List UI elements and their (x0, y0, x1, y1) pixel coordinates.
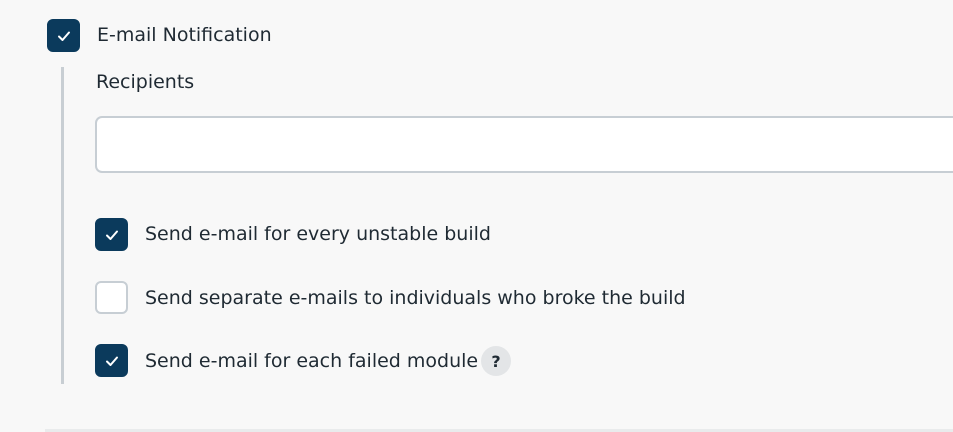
checkmark-icon (105, 230, 118, 240)
recipients-input[interactable] (95, 116, 953, 173)
email-notification-checkbox[interactable] (47, 19, 80, 52)
unstable-build-label: Send e-mail for every unstable build (145, 223, 491, 245)
section-indent-bar (61, 67, 64, 384)
failed-module-checkbox[interactable] (95, 344, 128, 377)
individual-emails-checkbox[interactable] (95, 281, 128, 314)
email-notification-label: E-mail Notification (97, 24, 272, 46)
help-icon[interactable]: ? (481, 346, 511, 376)
unstable-build-checkbox[interactable] (95, 218, 128, 251)
checkmark-icon (57, 31, 70, 41)
failed-module-label: Send e-mail for each failed module (145, 350, 479, 372)
recipients-label: Recipients (96, 71, 195, 93)
individual-emails-label: Send separate e-mails to individuals who… (145, 287, 686, 309)
checkmark-icon (105, 356, 118, 366)
